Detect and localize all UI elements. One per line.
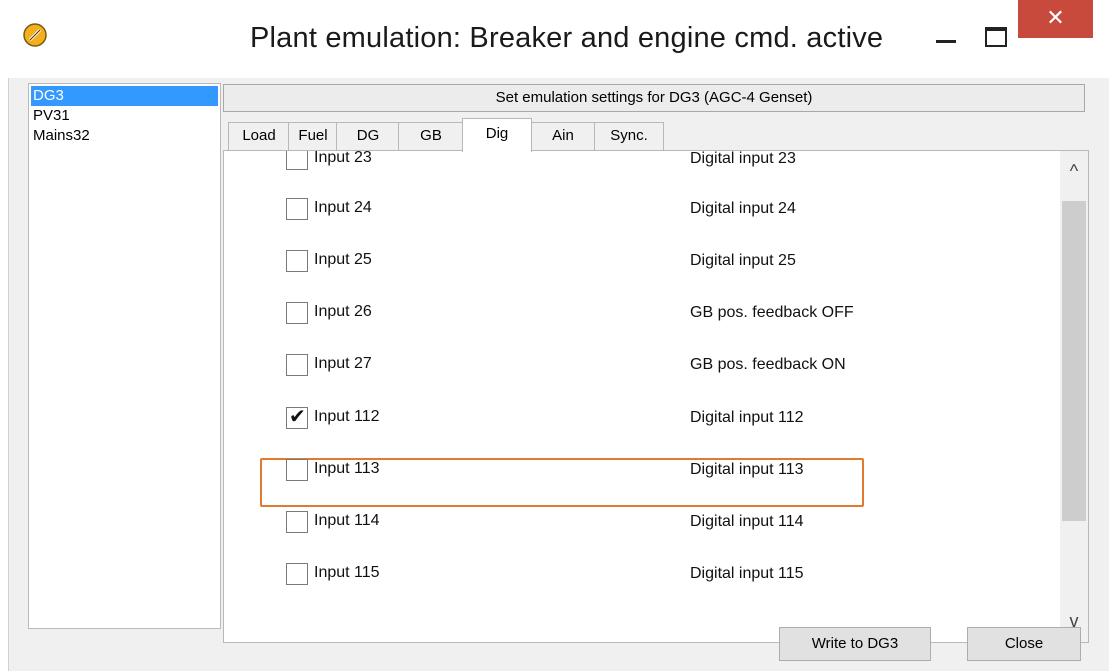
- input-checkbox[interactable]: [286, 250, 308, 272]
- vertical-scrollbar[interactable]: ^ v: [1060, 151, 1088, 642]
- input-row: Input 113 Digital input 113: [224, 458, 1054, 486]
- dialog-body: DG3 PV31 Mains32 Set emulation settings …: [8, 78, 1109, 671]
- input-label: Input 113: [314, 460, 380, 477]
- input-checkbox[interactable]: [286, 459, 308, 481]
- minimize-icon[interactable]: [928, 20, 962, 54]
- device-item-dg3[interactable]: DG3: [31, 86, 218, 106]
- app-icon: [23, 23, 47, 47]
- tab-ain[interactable]: Ain: [530, 122, 596, 151]
- input-description: Digital input 114: [690, 513, 804, 530]
- input-checkbox[interactable]: [286, 511, 308, 533]
- tab-sync[interactable]: Sync.: [594, 122, 664, 151]
- input-checkbox[interactable]: [286, 198, 308, 220]
- title-bar: Plant emulation: Breaker and engine cmd.…: [0, 0, 1109, 80]
- scroll-thumb[interactable]: [1062, 201, 1086, 521]
- input-row: Input 115 Digital input 115: [224, 562, 1054, 590]
- device-list[interactable]: DG3 PV31 Mains32: [28, 83, 221, 629]
- checkmark-icon: ✔: [289, 406, 306, 428]
- input-label: Input 27: [314, 355, 372, 372]
- input-label: Input 24: [314, 199, 372, 216]
- input-row: Input 114 Digital input 114: [224, 510, 1054, 538]
- input-description: Digital input 23: [690, 150, 796, 167]
- input-label: Input 25: [314, 251, 372, 268]
- input-checkbox[interactable]: [286, 563, 308, 585]
- write-button[interactable]: Write to DG3: [779, 627, 931, 661]
- device-item-pv31[interactable]: PV31: [29, 106, 220, 126]
- tab-dg[interactable]: DG: [336, 122, 400, 151]
- input-description: GB pos. feedback ON: [690, 356, 846, 373]
- input-row: Input 23 Digital input 23: [224, 150, 1054, 175]
- tab-fuel[interactable]: Fuel: [288, 122, 338, 151]
- chevron-up-icon[interactable]: ^: [1060, 151, 1088, 191]
- window-title: Plant emulation: Breaker and engine cmd.…: [250, 22, 884, 54]
- input-label: Input 112: [314, 408, 380, 425]
- tab-dig[interactable]: Dig: [462, 118, 532, 152]
- input-description: Digital input 24: [690, 200, 796, 217]
- close-button[interactable]: Close: [967, 627, 1081, 661]
- input-row: ✔ Input 112 Digital input 112: [224, 406, 1054, 434]
- input-row: Input 27 GB pos. feedback ON: [224, 353, 1054, 381]
- input-row: Input 24 Digital input 24: [224, 197, 1054, 225]
- maximize-icon[interactable]: [980, 20, 1014, 54]
- input-description: Digital input 113: [690, 461, 804, 478]
- input-checkbox[interactable]: [286, 354, 308, 376]
- device-item-mains32[interactable]: Mains32: [29, 126, 220, 146]
- settings-header: Set emulation settings for DG3 (AGC-4 Ge…: [223, 84, 1085, 112]
- input-checkbox[interactable]: [286, 302, 308, 324]
- input-description: Digital input 112: [690, 409, 804, 426]
- dig-tab-panel: Input 23 Digital input 23 Input 24 Digit…: [223, 150, 1089, 643]
- input-description: Digital input 115: [690, 565, 804, 582]
- input-description: GB pos. feedback OFF: [690, 304, 854, 321]
- input-label: Input 26: [314, 303, 372, 320]
- tab-load[interactable]: Load: [228, 122, 290, 151]
- input-row: Input 25 Digital input 25: [224, 249, 1054, 277]
- tab-gb[interactable]: GB: [398, 122, 464, 151]
- input-label: Input 115: [314, 564, 380, 581]
- input-checkbox[interactable]: ✔: [286, 406, 308, 429]
- input-row: Input 26 GB pos. feedback OFF: [224, 301, 1054, 329]
- input-description: Digital input 25: [690, 252, 796, 269]
- input-label: Input 23: [314, 150, 372, 166]
- input-checkbox[interactable]: [286, 151, 308, 170]
- input-label: Input 114: [314, 512, 380, 529]
- close-icon[interactable]: ✕: [1018, 0, 1093, 38]
